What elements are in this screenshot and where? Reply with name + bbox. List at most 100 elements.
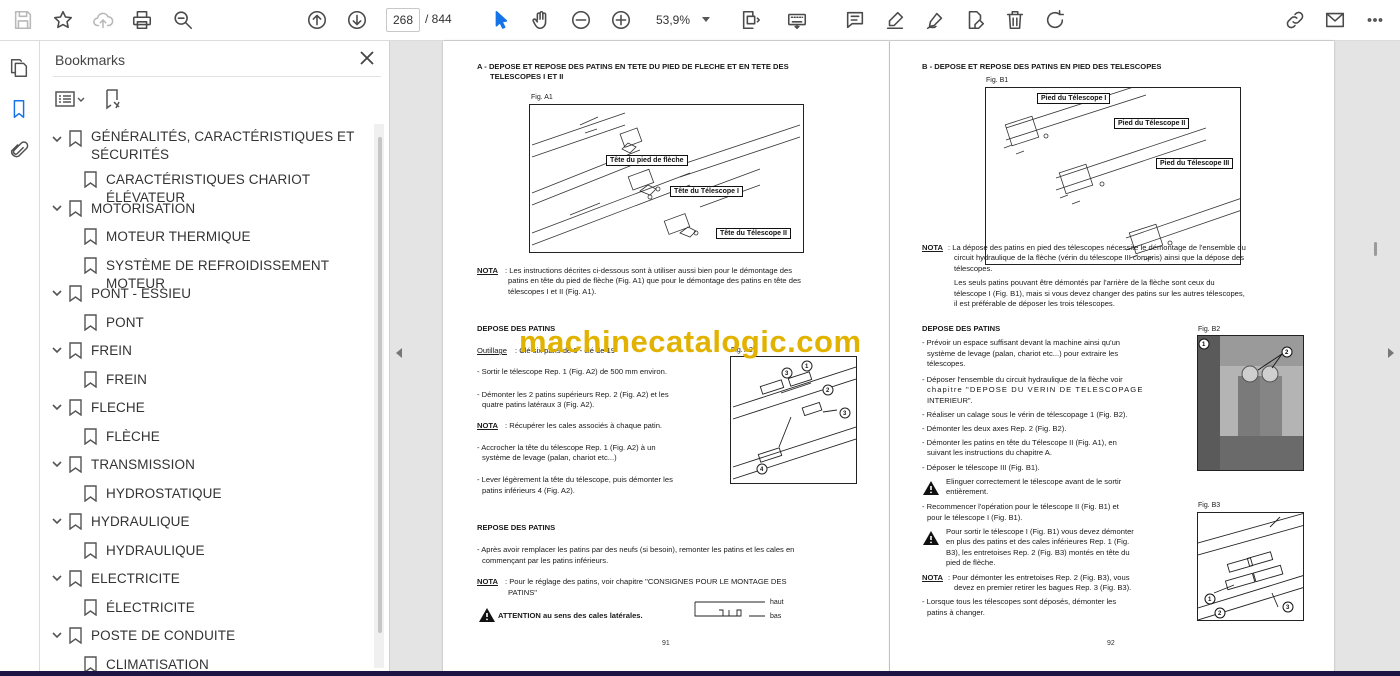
bookmark-pont-essieu[interactable]: PONT - ESSIEU [41,282,371,310]
bookmark-frein[interactable]: FREIN [41,368,371,396]
next-page-arrow-icon[interactable] [1388,348,1394,358]
cylinder-photo-illustration: 1 2 [1198,336,1303,470]
zoom-search-icon[interactable] [170,8,196,32]
bookmark-icon [84,428,98,446]
chevron-down-icon[interactable] [51,133,65,147]
bookmark-motorisation[interactable]: MOTORISATION [41,197,371,225]
chevron-down-icon[interactable] [51,287,65,301]
s2-line2: chapitre "DEPOSE DU VERIN DE TELESCOPAGE [927,385,1144,394]
chevron-down-icon[interactable] [51,344,65,358]
more-options-icon[interactable] [1362,8,1388,32]
bookmark-label-cont: SÉCURITÉS [91,147,170,162]
s5-line2: suivant les instructions du chapitre A. [927,448,1052,457]
draw-sign-icon[interactable] [922,8,948,32]
cale-direction-diagram [694,601,765,617]
chevron-down-icon[interactable] [51,515,65,529]
chevron-down-icon[interactable] [51,202,65,216]
bookmark-hydraulique[interactable]: HYDRAULIQUE [41,539,371,567]
save-icon[interactable] [10,8,36,32]
comment-icon[interactable] [842,8,868,32]
s1-line3: télescopes. [927,359,966,368]
bookmark-options-icon[interactable] [53,87,89,111]
print-icon[interactable] [129,8,155,32]
delete-icon[interactable] [1002,8,1028,32]
email-icon[interactable] [1322,8,1348,32]
star-icon[interactable] [50,8,76,32]
cloud-upload-icon[interactable] [90,8,116,32]
hand-tool-icon[interactable] [528,8,554,32]
select-cursor-icon[interactable] [488,8,514,32]
zoom-out-icon[interactable] [568,8,594,32]
note1-line4: Les seuls patins pouvant être démontés p… [954,278,1215,287]
note2: : Récupérer les cales associés à chaque … [505,421,663,430]
link-icon[interactable] [1282,8,1308,32]
zoom-in-icon[interactable] [608,8,634,32]
chevron-down-icon[interactable] [51,572,65,586]
keyboard-icon[interactable] [784,8,810,32]
highlight-pen-icon[interactable] [882,8,908,32]
bookmark-hydraulique-section[interactable]: HYDRAULIQUE [41,510,371,538]
warning-icon [923,481,939,495]
bookmark-generalites[interactable]: GÉNÉRALITÉS, CARACTÉRISTIQUES ET SÉCURIT… [41,125,371,171]
viewer-scroll-thumb[interactable] [1374,242,1377,256]
bookmark-icon [84,485,98,503]
page-fit-icon[interactable] [734,8,768,32]
bookmark-pont[interactable]: PONT [41,311,371,339]
page-thumbnails-icon[interactable] [8,57,32,81]
bookmark-caracteristiques[interactable]: CARACTÉRISTIQUES CHARIOT ÉLÉVATEUR [41,168,371,205]
s8-line2: patins à changer. [927,608,985,617]
bookmark-fleche[interactable]: FLÈCHE [41,425,371,453]
bookmark-poste-conduite[interactable]: POSTE DE CONDUITE [41,624,371,652]
note1-line2: circuit hydraulique de la flèche (vérin … [954,253,1244,262]
bookmark-frein-section[interactable]: FREIN [41,339,371,367]
bookmark-fleche-section[interactable]: FLECHE [41,396,371,424]
bookmark-label: MOTEUR THERMIQUE [106,229,251,244]
bookmark-panel-icon[interactable] [8,98,32,122]
bookmark-label: FLÈCHE [106,429,160,444]
attention-text: ATTENTION au sens des cales latérales. [498,611,643,620]
edit-document-icon[interactable] [962,8,988,32]
outillage-label: Outillage [477,346,507,355]
close-icon[interactable] [359,50,377,68]
bookmark-icon [69,285,83,303]
fig-b1-label-pied1: Pied du Télescope I [1037,93,1111,104]
chevron-down-icon[interactable] [51,401,65,415]
section-a-heading-cont: TELESCOPES I ET II [490,72,564,81]
fig-a1-caption: Fig. A1 [531,94,553,101]
chevron-down-icon[interactable] [51,629,65,643]
fig-a1-label-pied: Tête du pied de flèche [606,155,688,166]
rotate-icon[interactable] [1042,8,1068,32]
previous-page-arrow-icon[interactable] [396,348,402,358]
fig-b3-drawing: 123 [1197,512,1304,621]
page-number-input[interactable]: 268 [386,8,420,32]
page-down-icon[interactable] [344,8,370,32]
warning-icon [923,531,939,545]
s6: - Déposer le télescope III (Fig. B1). [922,463,1040,472]
fig-b1-drawing: Pied du Télescope I Pied du Télescope II… [985,87,1241,265]
bookmark-electricite-section[interactable]: ELECTRICITE [41,567,371,595]
note2-line1: : Pour démonter les entretoises Rep. 2 (… [948,573,1130,582]
chevron-down-icon[interactable] [51,458,65,472]
note1-line6: il est préférable de déposer les trois t… [954,299,1115,308]
bookmark-icon [69,399,83,417]
bookmark-transmission[interactable]: TRANSMISSION [41,453,371,481]
bookmark-label: ÉLECTRICITE [106,600,195,615]
new-bookmark-icon[interactable] [101,87,125,111]
w2-line2: en plus des patins et des cales inférieu… [946,537,1130,546]
attachment-icon[interactable] [8,139,32,163]
bookmarks-scroll-thumb[interactable] [378,137,382,633]
bookmark-label: HYDRAULIQUE [106,543,205,558]
page-number-91: 91 [662,640,670,647]
bookmark-label: HYDROSTATIQUE [106,486,222,501]
fig-b3-caption: Fig. B3 [1198,502,1221,509]
bookmark-list: GÉNÉRALITÉS, CARACTÉRISTIQUES ET SÉCURIT… [41,125,371,676]
zoom-dropdown[interactable]: 53,9% [648,8,716,32]
haut-label: haut [770,599,784,606]
bookmark-electricite[interactable]: ÉLECTRICITE [41,596,371,624]
nota-label-2: NOTA [477,421,498,430]
bookmark-hydrostatique[interactable]: HYDROSTATIQUE [41,482,371,510]
bookmark-refroidissement[interactable]: SYSTÈME DE REFROIDISSEMENT MOTEUR [41,254,371,291]
bookmark-icon [69,513,83,531]
bookmark-moteur-thermique[interactable]: MOTEUR THERMIQUE [41,225,371,253]
page-up-icon[interactable] [304,8,330,32]
